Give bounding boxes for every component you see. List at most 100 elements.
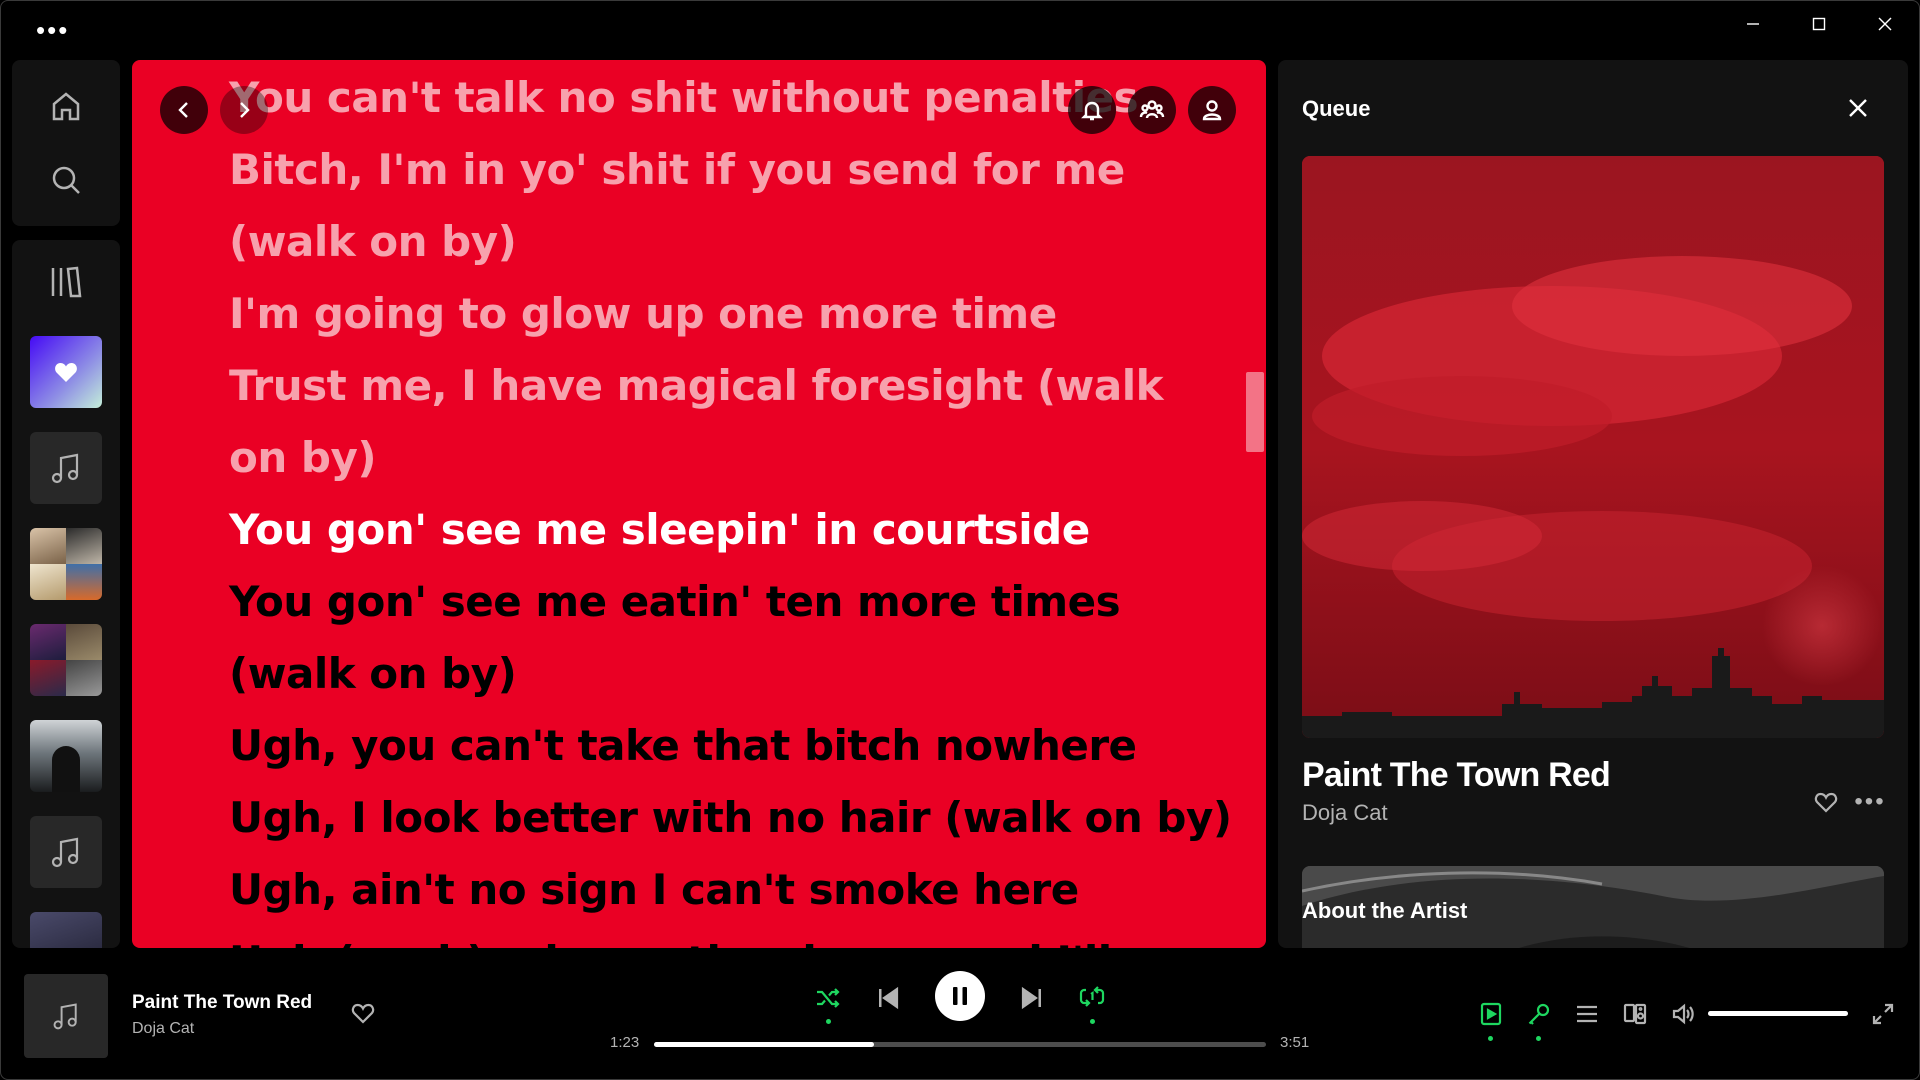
repeat-button[interactable]	[1072, 978, 1112, 1024]
lyric-line[interactable]: Trust me, I have magical foresight (walk	[229, 350, 1229, 422]
title-bar: •••	[0, 0, 1920, 56]
lyric-line[interactable]: (walk on by)	[229, 206, 1229, 278]
queue-like-button[interactable]	[1806, 782, 1846, 822]
sidebar-item-playlist-mosaic[interactable]	[30, 528, 102, 600]
lyric-line[interactable]: Ugh (yeah), gimme the chance and I'll go	[229, 926, 1229, 948]
lyrics-list: You can't talk no shit without penalties…	[229, 62, 1232, 948]
sidebar-nav	[12, 60, 120, 226]
queue-track-artist[interactable]: Doja Cat	[1302, 800, 1388, 826]
lyric-line[interactable]: You gon' see me sleepin' in courtside	[229, 494, 1229, 566]
close-icon	[1849, 99, 1867, 117]
home-icon	[52, 92, 80, 121]
music-note-icon	[53, 1003, 77, 1030]
lyrics-panel: You can't talk no shit without penalties…	[132, 60, 1266, 948]
close-icon	[1878, 17, 1892, 31]
album-art-image	[1302, 156, 1884, 738]
search-icon	[52, 166, 80, 194]
queue-button[interactable]	[1568, 995, 1606, 1033]
device-icon	[1623, 1003, 1647, 1025]
duration-time: 3:51	[1280, 1034, 1310, 1051]
music-note-icon	[51, 837, 79, 868]
app-menu-button[interactable]: •••	[36, 17, 69, 43]
fullscreen-button[interactable]	[1864, 995, 1902, 1033]
artist-silhouette	[52, 746, 80, 792]
profile-button[interactable]	[1188, 86, 1236, 134]
close-queue-button[interactable]	[1838, 88, 1878, 128]
now-playing-view-button[interactable]	[1472, 995, 1510, 1041]
sidebar-library	[12, 240, 120, 948]
now-playing-artist[interactable]: Doja Cat	[132, 1020, 194, 1038]
queue-more-options-button[interactable]: •••	[1850, 782, 1890, 822]
microphone-icon	[1528, 1003, 1550, 1025]
progress-bar[interactable]	[654, 1042, 1266, 1047]
cover-quadrant	[66, 528, 102, 564]
progress-bar-fill	[654, 1042, 874, 1047]
sidebar-item-playlist[interactable]	[30, 432, 102, 504]
volume-slider-fill	[1708, 1011, 1848, 1016]
lyric-line[interactable]: on by)	[229, 422, 1229, 494]
notifications-button[interactable]	[1068, 86, 1116, 134]
queue-track-title[interactable]: Paint The Town Red	[1302, 756, 1611, 795]
maximize-button[interactable]	[1796, 10, 1842, 38]
lyrics-active-indicator	[1536, 1036, 1541, 1041]
connect-device-button[interactable]	[1616, 995, 1654, 1033]
cover-quadrant	[30, 660, 66, 696]
cover-quadrant	[30, 624, 66, 660]
lyric-line[interactable]: (walk on by)	[229, 638, 1229, 710]
next-button[interactable]	[1012, 978, 1052, 1018]
lyric-line[interactable]: You gon' see me eatin' ten more times	[229, 566, 1229, 638]
repeat-one-icon	[1079, 986, 1105, 1007]
home-button[interactable]	[36, 76, 96, 136]
lyric-line[interactable]: I'm going to glow up one more time	[229, 278, 1229, 350]
now-playing-title[interactable]: Paint The Town Red	[132, 992, 312, 1014]
shuffle-icon	[817, 988, 840, 1008]
heart-icon	[55, 363, 77, 382]
close-window-button[interactable]	[1862, 10, 1908, 38]
friends-icon	[1139, 100, 1165, 119]
sidebar-item-playlist-mosaic[interactable]	[30, 624, 102, 696]
minimize-button[interactable]	[1730, 10, 1776, 38]
lyric-line[interactable]: Ugh, I look better with no hair (walk on…	[229, 782, 1232, 854]
friend-activity-button[interactable]	[1128, 86, 1176, 134]
cover-quadrant	[66, 624, 102, 660]
about-artist-label: About the Artist	[1302, 898, 1468, 923]
volume-slider[interactable]	[1708, 1011, 1848, 1016]
library-button[interactable]	[36, 252, 96, 312]
queue-title: Queue	[1302, 96, 1371, 121]
cover-quadrant	[66, 660, 102, 696]
now-playing-view-icon	[1480, 1002, 1502, 1026]
minimize-icon	[1747, 23, 1759, 25]
sidebar-item-playlist[interactable]	[30, 816, 102, 888]
pause-icon	[953, 987, 967, 1005]
lyric-line[interactable]: Ugh, ain't no sign I can't smoke here	[229, 854, 1229, 926]
heart-icon	[1814, 792, 1838, 813]
elapsed-time: 1:23	[610, 1034, 640, 1051]
previous-button[interactable]	[868, 978, 908, 1018]
user-icon	[1202, 100, 1222, 121]
lyric-line[interactable]: Ugh, you can't take that bitch nowhere	[229, 710, 1229, 782]
forward-button[interactable]	[220, 86, 268, 134]
like-button[interactable]	[346, 996, 380, 1030]
volume-icon	[1672, 1003, 1694, 1025]
bell-icon	[1081, 101, 1103, 121]
skip-back-icon	[879, 986, 899, 1010]
now-playing-cover[interactable]	[24, 974, 108, 1058]
lyrics-button[interactable]	[1520, 995, 1558, 1041]
back-button[interactable]	[160, 86, 208, 134]
sidebar-item-album[interactable]	[30, 912, 102, 948]
lyrics-scrollbar[interactable]	[1246, 372, 1264, 452]
lyric-line[interactable]: Bitch, I'm in yo' shit if you send for m…	[229, 134, 1229, 206]
search-button[interactable]	[36, 150, 96, 210]
sidebar-item-artist[interactable]	[30, 720, 102, 792]
shuffle-button[interactable]	[808, 978, 848, 1024]
chevron-left-icon	[178, 102, 188, 118]
album-cover	[1302, 156, 1884, 738]
pause-button[interactable]	[935, 971, 985, 1021]
cover-quadrant	[30, 564, 66, 600]
maximize-icon	[1812, 17, 1826, 31]
chevron-right-icon	[240, 102, 250, 118]
heart-icon	[351, 1003, 375, 1024]
mute-button[interactable]	[1664, 995, 1702, 1033]
shuffle-active-indicator	[826, 1019, 831, 1024]
sidebar-item-liked-songs[interactable]	[30, 336, 102, 408]
